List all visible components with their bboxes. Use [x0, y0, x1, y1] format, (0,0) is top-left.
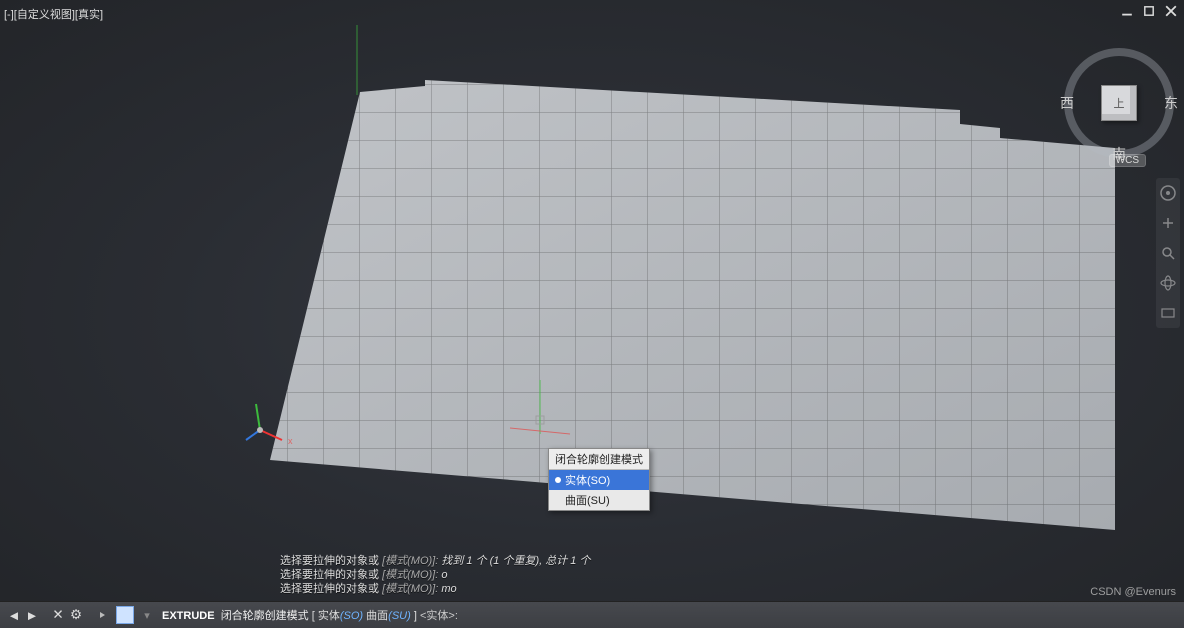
bullet-icon	[555, 497, 561, 503]
tab-controls: ◄ ► ✕ ⚙	[0, 602, 90, 628]
steering-wheel-icon[interactable]	[1159, 184, 1177, 202]
mode-option-label: 实体(SO)	[565, 472, 610, 488]
window-controls	[1120, 4, 1178, 18]
viewcube-cube[interactable]: 上	[1101, 85, 1137, 121]
viewcube-east[interactable]: 东	[1164, 93, 1178, 113]
command-text[interactable]: EXTRUDE 闭合轮廓创建模式 [ 实体(SO) 曲面(SU) ] <实体>:	[156, 607, 1184, 623]
mode-option-surface[interactable]: 曲面(SU)	[549, 490, 649, 510]
view-label[interactable]: [-][自定义视图][真实]	[4, 6, 103, 22]
tab-close-icon[interactable]: ✕	[50, 607, 66, 623]
svg-text:x: x	[288, 436, 293, 446]
history-line: 选择要拉伸的对象或 [模式(MO)]: 找到 1 个 (1 个重复), 总计 1…	[280, 554, 1174, 568]
showmotion-icon[interactable]	[1159, 304, 1177, 322]
command-line[interactable]: ◄ ► ✕ ⚙ ▾ EXTRUDE 闭合轮廓创建模式 [ 实体(SO) 曲面(S…	[0, 601, 1184, 628]
viewport-3d[interactable]: x [-][自定义视图][真实] 上 南 西 东 WCS 闭合轮廓	[0, 0, 1184, 628]
command-chevron-icon[interactable]	[94, 606, 112, 624]
command-dropdown-icon[interactable]: ▾	[138, 606, 156, 624]
maximize-icon[interactable]	[1142, 4, 1156, 18]
tab-next-icon[interactable]: ►	[24, 607, 40, 623]
mode-option-label: 曲面(SU)	[565, 492, 610, 508]
navigation-bar[interactable]	[1156, 178, 1180, 328]
close-icon[interactable]	[1164, 4, 1178, 18]
zoom-icon[interactable]	[1159, 244, 1177, 262]
mode-option-solid[interactable]: 实体(SO)	[549, 470, 649, 490]
scene: x	[0, 0, 1184, 628]
command-icon[interactable]	[116, 606, 134, 624]
wcs-badge[interactable]: WCS	[1109, 154, 1146, 167]
command-history: 选择要拉伸的对象或 [模式(MO)]: 找到 1 个 (1 个重复), 总计 1…	[280, 554, 1174, 596]
pan-icon[interactable]	[1159, 214, 1177, 232]
bullet-icon	[555, 477, 561, 483]
minimize-icon[interactable]	[1120, 4, 1134, 18]
history-line: 选择要拉伸的对象或 [模式(MO)]: o	[280, 568, 1174, 582]
mode-popup: 闭合轮廓创建模式 实体(SO) 曲面(SU)	[548, 448, 650, 511]
tab-settings-icon[interactable]: ⚙	[68, 607, 84, 623]
grid-surface: x	[0, 0, 1184, 628]
mode-popup-title: 闭合轮廓创建模式	[549, 449, 649, 470]
history-line: 选择要拉伸的对象或 [模式(MO)]: mo	[280, 582, 1174, 596]
viewcube[interactable]: 上 南 西 东	[1064, 48, 1174, 158]
watermark: CSDN @Evenurs	[1090, 586, 1176, 598]
orbit-icon[interactable]	[1159, 274, 1177, 292]
viewcube-west[interactable]: 西	[1060, 93, 1074, 113]
tab-prev-icon[interactable]: ◄	[6, 607, 22, 623]
